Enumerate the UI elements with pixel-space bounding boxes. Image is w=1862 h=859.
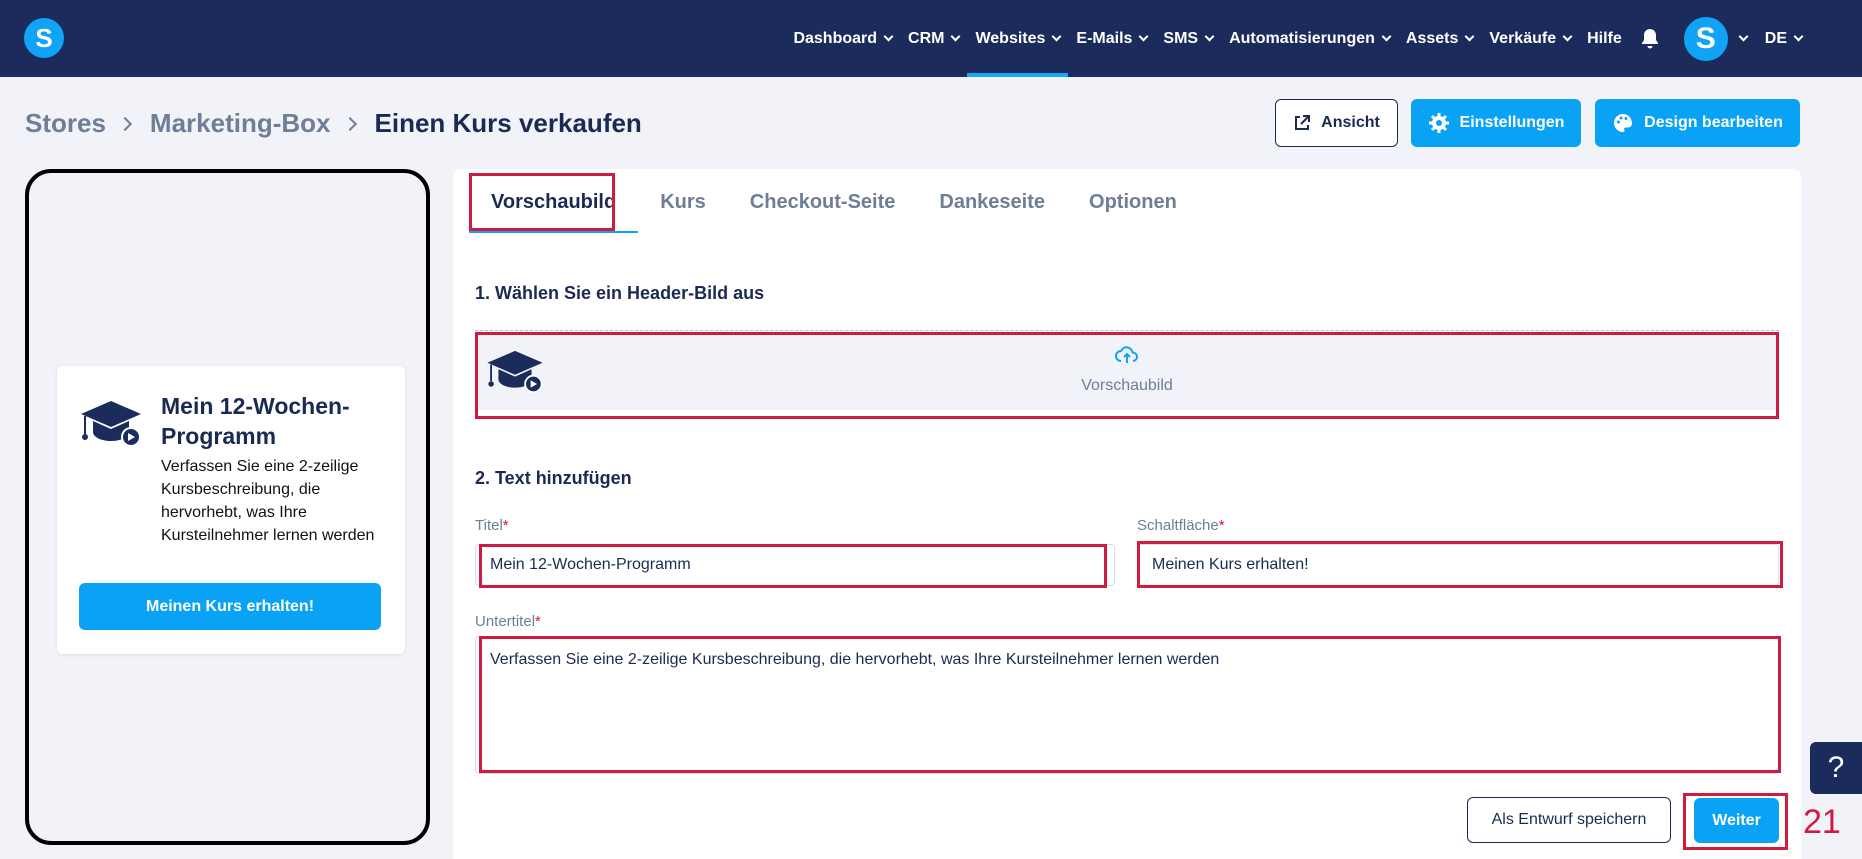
avatar: S — [1683, 16, 1728, 61]
chevron-right-icon — [117, 116, 132, 131]
tab-optionen[interactable]: Optionen — [1067, 191, 1199, 214]
nav-item-label: Websites — [975, 29, 1046, 47]
design-button-label: Design bearbeiten — [1644, 114, 1783, 131]
external-link-icon — [1295, 115, 1311, 130]
preview-title: Mein 12-Wochen-Programm — [161, 393, 350, 449]
breadcrumb-item-marketing-box[interactable]: Marketing-Box — [150, 108, 331, 139]
language-label: DE — [1764, 29, 1787, 47]
nav-item-label: Verkäufe — [1489, 29, 1557, 47]
save-draft-button[interactable]: Als Entwurf speichern — [1467, 797, 1671, 843]
nav-item-websites[interactable]: Websites — [967, 0, 1069, 77]
nav-item-label: SMS — [1163, 29, 1199, 47]
breadcrumb: Stores Marketing-Box Einen Kurs verkaufe… — [25, 108, 642, 139]
nav-item-label: E-Mails — [1076, 29, 1133, 47]
nav-item-crm[interactable]: CRM — [900, 0, 967, 77]
button-label: Schaltfläche* — [1137, 517, 1225, 534]
settings-button-label: Einstellungen — [1459, 114, 1565, 131]
chevron-down-icon — [1793, 31, 1804, 42]
highlight-button-input — [1137, 541, 1783, 588]
top-navigation-bar: S Dashboard CRM Websites E-Mails SMS Aut… — [0, 0, 1862, 77]
section-text-title: 2. Text hinzufügen — [475, 468, 632, 488]
step-number: 21 — [1803, 803, 1841, 841]
view-button-label: Ansicht — [1321, 114, 1380, 131]
chevron-down-icon — [1464, 31, 1475, 42]
breadcrumb-item-stores[interactable]: Stores — [25, 108, 106, 139]
gear-icon — [1428, 113, 1449, 133]
main-nav: Dashboard CRM Websites E-Mails SMS Autom… — [785, 0, 1810, 77]
tab-checkout[interactable]: Checkout-Seite — [728, 191, 918, 214]
bell-icon[interactable] — [1630, 0, 1674, 77]
view-button[interactable]: Ansicht — [1275, 99, 1398, 147]
preview-card: Mein 12-Wochen-Programm Verfassen Sie ei… — [57, 366, 405, 654]
editor-panel: Vorschaubild Kurs Checkout-Seite Dankese… — [453, 169, 1801, 859]
nav-item-label: Dashboard — [793, 29, 878, 47]
preview-cta-button[interactable]: Meinen Kurs erhalten! — [79, 583, 381, 630]
chevron-down-icon — [883, 31, 894, 42]
settings-button[interactable]: Einstellungen — [1411, 99, 1581, 147]
highlight-title-input — [479, 544, 1107, 588]
chevron-down-icon — [1562, 31, 1573, 42]
page-title: Einen Kurs verkaufen — [374, 108, 642, 138]
graduation-cap-icon — [79, 399, 143, 454]
nav-item-assets[interactable]: Assets — [1398, 0, 1481, 77]
nav-item-label: Assets — [1405, 29, 1459, 47]
highlight-tab — [469, 173, 615, 231]
nav-item-emails[interactable]: E-Mails — [1068, 0, 1155, 77]
nav-item-sales[interactable]: Verkäufe — [1481, 0, 1579, 77]
chevron-down-icon — [1381, 31, 1392, 42]
tab-dankeseite[interactable]: Dankeseite — [917, 191, 1067, 214]
language-selector[interactable]: DE — [1757, 0, 1810, 77]
tab-kurs[interactable]: Kurs — [638, 191, 728, 214]
chevron-down-icon — [951, 31, 961, 42]
nav-item-label: Hilfe — [1587, 29, 1622, 47]
chevron-down-icon — [1051, 31, 1062, 42]
highlight-next-button — [1683, 793, 1788, 850]
user-menu[interactable]: S — [1674, 16, 1757, 61]
title-label: Titel* — [475, 517, 509, 534]
preview-subtitle: Verfassen Sie eine 2-zeilige Kursbeschre… — [161, 458, 375, 544]
help-button[interactable]: ? — [1810, 742, 1862, 794]
section-header-image-title: 1. Wählen Sie ein Header-Bild aus — [475, 283, 765, 303]
phone-preview: Mein 12-Wochen-Programm Verfassen Sie ei… — [25, 169, 430, 845]
subtitle-label: Untertitel* — [475, 613, 541, 630]
nav-item-sms[interactable]: SMS — [1155, 0, 1221, 77]
nav-item-label: Automatisierungen — [1229, 29, 1375, 47]
chevron-down-icon — [1738, 31, 1749, 42]
design-button[interactable]: Design bearbeiten — [1595, 99, 1800, 147]
nav-item-automations[interactable]: Automatisierungen — [1221, 0, 1398, 77]
highlight-subtitle — [479, 636, 1781, 773]
chevron-down-icon — [1138, 31, 1149, 42]
highlight-upload — [475, 332, 1779, 419]
nav-item-help[interactable]: Hilfe — [1579, 0, 1630, 77]
chevron-down-icon — [1204, 31, 1215, 42]
chevron-right-icon — [342, 116, 357, 131]
nav-item-label: CRM — [908, 29, 945, 47]
palette-icon — [1614, 114, 1633, 132]
app-logo[interactable]: S — [24, 18, 64, 58]
nav-item-dashboard[interactable]: Dashboard — [785, 0, 900, 77]
